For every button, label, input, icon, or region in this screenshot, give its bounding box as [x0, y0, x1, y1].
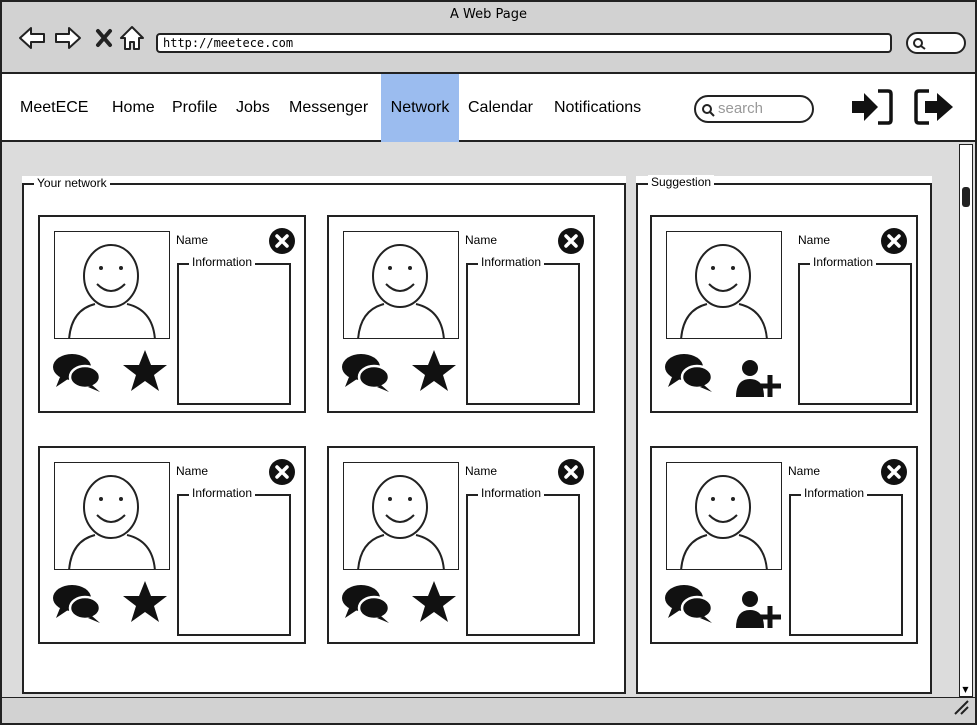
- brand-logo[interactable]: MeetECE: [20, 74, 88, 142]
- information-label: Information: [810, 255, 877, 269]
- close-icon[interactable]: [268, 458, 296, 490]
- chat-icon[interactable]: [664, 584, 714, 628]
- vertical-scrollbar[interactable]: ▼: [959, 144, 973, 697]
- close-icon[interactable]: [880, 227, 908, 259]
- sign-out-icon[interactable]: [913, 88, 957, 130]
- chat-icon[interactable]: [664, 353, 714, 397]
- home-icon[interactable]: [118, 24, 146, 52]
- browser-search-field[interactable]: [906, 32, 966, 54]
- information-box: [177, 263, 291, 405]
- chat-icon[interactable]: [52, 353, 102, 397]
- browser-title: A Web Page: [450, 7, 527, 22]
- close-icon[interactable]: [880, 458, 908, 490]
- information-label: Information: [478, 255, 545, 269]
- information-box: [466, 494, 580, 636]
- information-box: [466, 263, 580, 405]
- network-card: Name Information: [327, 446, 595, 644]
- information-box: [798, 263, 912, 405]
- contact-name: Name: [465, 233, 498, 247]
- star-icon[interactable]: [122, 349, 168, 397]
- information-label: Information: [189, 255, 256, 269]
- star-icon[interactable]: [122, 580, 168, 628]
- avatar: [54, 462, 170, 570]
- nav-item-notifications[interactable]: Notifications: [554, 74, 641, 142]
- suggestion-card: Name Information: [650, 446, 918, 644]
- search-icon: [702, 104, 715, 117]
- search-placeholder: search: [718, 100, 764, 117]
- suggestion-card: Name Information: [650, 215, 918, 413]
- scroll-thumb[interactable]: [962, 187, 970, 207]
- avatar: [666, 231, 782, 339]
- add-user-icon[interactable]: [734, 359, 784, 403]
- network-card: Name Information: [38, 215, 306, 413]
- avatar: [54, 231, 170, 339]
- contact-name: Name: [465, 464, 498, 478]
- information-label: Information: [189, 486, 256, 500]
- contact-name: Name: [788, 464, 821, 478]
- avatar: [343, 462, 459, 570]
- close-icon[interactable]: [557, 227, 585, 259]
- star-icon[interactable]: [411, 349, 457, 397]
- scroll-down-arrow-icon[interactable]: ▼: [960, 684, 971, 696]
- chat-icon[interactable]: [52, 584, 102, 628]
- chat-icon[interactable]: [341, 584, 391, 628]
- contact-name: Name: [798, 233, 831, 247]
- contact-name: Name: [176, 464, 209, 478]
- nav-item-jobs[interactable]: Jobs: [236, 74, 270, 142]
- close-icon[interactable]: [268, 227, 296, 259]
- contact-name: Name: [176, 233, 209, 247]
- resize-grip-icon[interactable]: [953, 699, 969, 719]
- nav-item-profile[interactable]: Profile: [172, 74, 217, 142]
- back-arrow-icon[interactable]: [18, 24, 46, 52]
- magnifier-icon: [913, 38, 926, 50]
- app-navbar: MeetECE Home Profile Jobs Messenger Netw…: [0, 72, 977, 142]
- add-user-icon[interactable]: [734, 590, 784, 634]
- forward-arrow-icon[interactable]: [54, 24, 82, 52]
- status-bar: [0, 697, 977, 725]
- close-icon[interactable]: [557, 458, 585, 490]
- sign-in-icon[interactable]: [850, 88, 894, 130]
- information-box: [789, 494, 903, 636]
- stop-x-icon[interactable]: [90, 24, 118, 52]
- suggestion-panel-title: Suggestion: [648, 175, 715, 189]
- avatar: [343, 231, 459, 339]
- avatar: [666, 462, 782, 570]
- nav-item-network[interactable]: Network: [381, 74, 459, 142]
- nav-item-messenger[interactable]: Messenger: [289, 74, 368, 142]
- network-card: Name Information: [327, 215, 595, 413]
- network-panel-title: Your network: [34, 176, 110, 190]
- nav-item-calendar[interactable]: Calendar: [468, 74, 533, 142]
- network-card: Name Information: [38, 446, 306, 644]
- browser-chrome: A Web Page http://meetece.com: [0, 0, 977, 72]
- url-bar[interactable]: http://meetece.com: [156, 33, 892, 53]
- information-label: Information: [801, 486, 868, 500]
- star-icon[interactable]: [411, 580, 457, 628]
- information-box: [177, 494, 291, 636]
- chat-icon[interactable]: [341, 353, 391, 397]
- nav-item-home[interactable]: Home: [112, 74, 155, 142]
- search-input[interactable]: search: [694, 95, 814, 123]
- information-label: Information: [478, 486, 545, 500]
